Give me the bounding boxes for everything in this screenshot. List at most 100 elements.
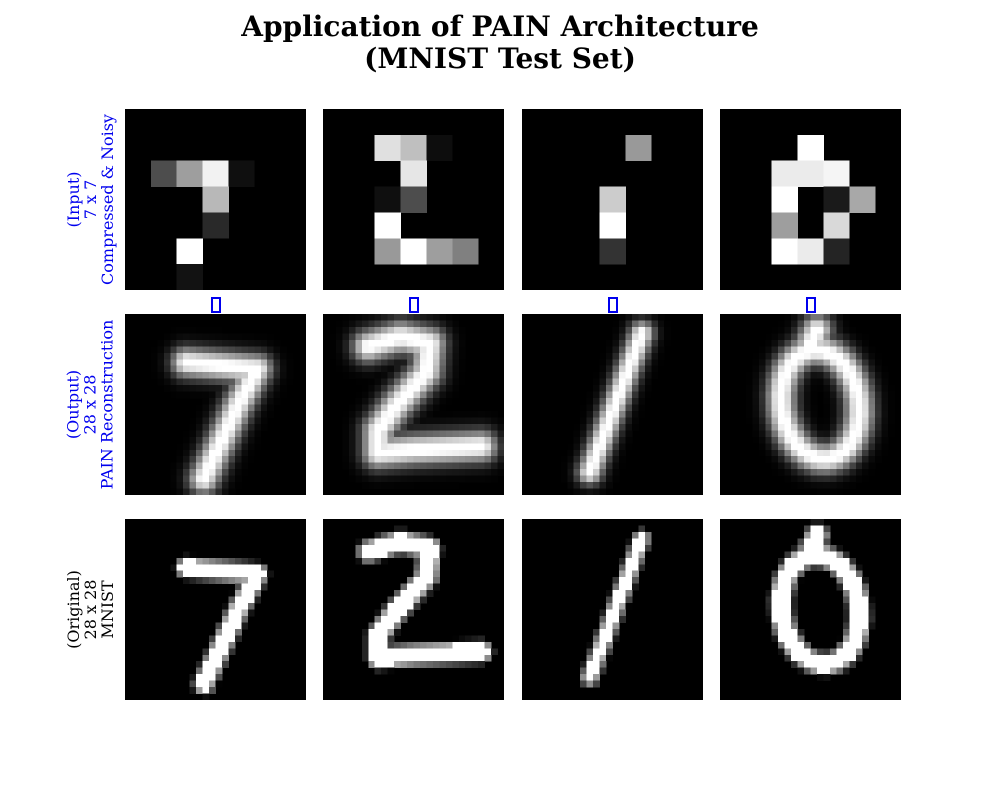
output-pixel [458,462,466,470]
output-pixel [247,352,255,360]
output-pixel [816,417,824,425]
output-pixel [348,314,356,321]
original-pixel [618,609,626,617]
output-pixel [784,391,792,399]
output-pixel [228,385,236,392]
output-pixel [189,333,197,341]
output-pixel [381,430,389,438]
original-pixel [452,661,460,669]
output-pixel [745,410,753,418]
output-pixel [842,359,850,367]
output-pixel [426,410,434,418]
output-pixel [804,333,811,341]
output-pixel [342,456,350,464]
output-pixel [784,372,792,380]
output-pixel [196,482,203,489]
original-pixel [458,661,466,669]
output-pixel [842,352,850,360]
output-pixel [280,385,287,392]
original-pixel [836,564,844,572]
output-pixel [267,359,275,367]
original-pixel [797,551,805,559]
output-pixel [202,365,210,373]
original-pixel [426,538,434,546]
original-pixel [804,557,811,565]
output-pixel [241,333,249,341]
output-pixel [657,346,665,354]
output-pixel [394,443,401,451]
output-pixel [361,404,369,412]
output-pixel [387,462,395,470]
output-pixel [426,333,434,341]
output-pixel [170,391,178,399]
output-pixel [189,391,197,399]
output-pixel [202,456,210,464]
output-pixel [842,326,850,334]
output-pixel [196,462,203,470]
output-pixel [618,423,626,431]
output-pixel [580,430,588,438]
output-pixel [150,346,158,354]
output-pixel [355,475,363,483]
output-pixel [234,417,242,425]
original-pixel [374,551,382,559]
output-pixel [618,398,626,405]
output-pixel [419,385,427,392]
input-pixel [400,186,427,213]
original-pixel [791,661,798,669]
original-pixel [836,661,844,669]
original-pixel [394,525,401,533]
output-pixel [209,352,216,360]
output-pixel [445,339,453,347]
output-pixel [580,462,588,470]
output-pixel [797,436,805,444]
original-pixel [638,538,646,546]
output-pixel [471,423,479,431]
original-pixel [842,615,850,623]
original-pixel [400,654,408,662]
original-pixel [361,654,369,662]
output-pixel [778,469,786,476]
output-pixel [196,469,203,476]
output-pixel [355,346,363,354]
original-pixel [625,544,633,552]
output-pixel [374,462,382,470]
output-pixel [471,475,479,483]
original-pixel [361,551,369,559]
output-pixel [426,352,434,360]
output-pixel [625,391,633,399]
output-pixel [176,339,184,347]
output-pixel [387,333,395,341]
output-pixel [836,378,844,386]
output-pixel [606,365,613,373]
output-pixel [452,423,460,431]
output-pixel [855,456,863,464]
output-pixel [335,326,343,334]
output-pixel [381,443,389,451]
output-pixel [849,449,857,457]
output-pixel [241,430,249,438]
output-pixel [381,352,389,360]
output-pixel [797,372,805,380]
original-pixel [638,557,646,565]
output-pixel [374,398,382,405]
output-pixel [335,359,343,367]
output-pixel [439,320,447,328]
original-pixel [241,590,249,597]
output-pixel [445,462,453,470]
original-pixel [791,551,798,559]
output-pixel [368,352,376,360]
output-pixel [810,443,818,451]
input-pixel [823,238,850,265]
output-pixel [881,423,889,431]
output-pixel [855,404,863,412]
output-pixel [644,378,652,386]
output-pixel [189,372,197,380]
output-pixel [368,333,376,341]
output-pixel [413,385,421,392]
original-pixel [797,641,805,649]
original-pixel [221,570,229,578]
output-pixel [286,372,294,380]
output-pixel [478,456,485,464]
output-pixel [254,391,262,399]
